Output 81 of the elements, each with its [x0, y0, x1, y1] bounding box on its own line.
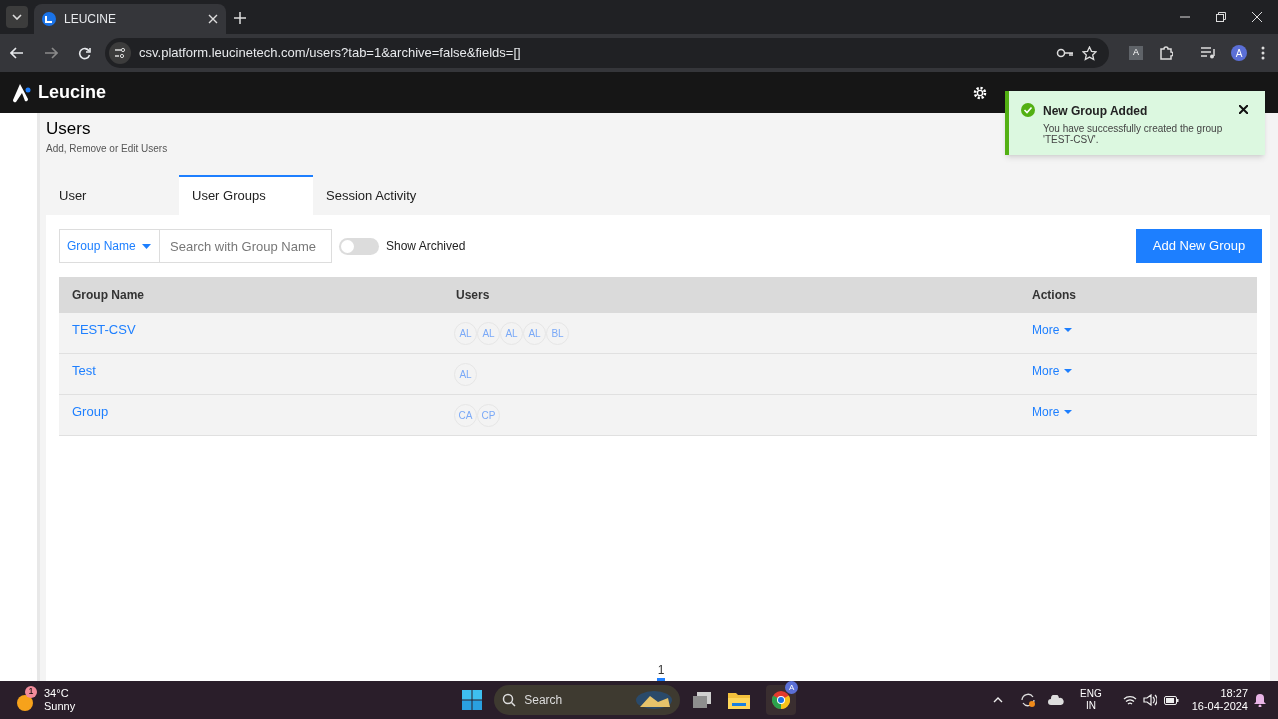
battery-icon[interactable] — [1163, 695, 1179, 705]
column-header: Group Name — [72, 287, 145, 304]
weather-widget[interactable]: 1 34°C Sunny — [16, 687, 76, 713]
user-avatar: AL — [477, 322, 500, 345]
user-avatar: CA — [454, 404, 477, 427]
language-indicator[interactable]: ENG IN — [1080, 688, 1102, 712]
page-subtitle: Add, Remove or Edit Users — [46, 142, 168, 156]
more-dropdown[interactable]: More — [1032, 362, 1073, 380]
search-field[interactable]: Search with Group Name — [160, 229, 332, 263]
toggle-label: Show Archived — [386, 238, 466, 255]
clock[interactable]: 18:27 16-04-2024 — [1191, 687, 1248, 713]
temperature-text: 34°C — [44, 687, 70, 700]
url-text: csv.platform.leucinetech.com/users?tab=1&archive=false&fields=[] — [139, 44, 522, 63]
landscape-icon — [636, 691, 673, 709]
tab[interactable]: User — [46, 175, 179, 215]
taskbar-search[interactable]: Search — [494, 685, 681, 715]
chevron-up-icon[interactable] — [993, 697, 1004, 703]
more-dropdown[interactable]: More — [1032, 403, 1073, 421]
windows-start-icon[interactable] — [462, 690, 483, 710]
filter-dropdown[interactable]: Group Name — [59, 229, 160, 263]
extension-button[interactable]: A — [1129, 46, 1143, 60]
search-label: Search — [524, 692, 564, 709]
key-icon[interactable] — [1056, 48, 1074, 58]
check-circle-icon — [1021, 103, 1035, 117]
sun-icon — [16, 694, 34, 712]
column-header: Actions — [1032, 287, 1077, 304]
media-icon[interactable] — [1201, 47, 1215, 59]
sync-icon[interactable] — [1020, 692, 1037, 708]
logo-icon — [12, 82, 32, 103]
tab[interactable]: User Groups — [179, 175, 313, 215]
profile-badge: A — [785, 681, 799, 694]
user-avatar: AL — [523, 322, 546, 345]
toast-title: New Group Added — [1043, 103, 1149, 120]
star-icon[interactable] — [1082, 45, 1097, 61]
notification-badge: 1 — [25, 686, 37, 698]
user-avatar: AL — [454, 322, 477, 345]
site-settings-icon[interactable] — [109, 42, 131, 64]
page-title: Users — [46, 118, 91, 140]
caret-down-icon — [1064, 369, 1073, 373]
chrome-icon — [772, 691, 791, 709]
caret-down-icon — [141, 243, 151, 249]
search-icon — [502, 693, 517, 707]
tab-list-button[interactable] — [6, 6, 28, 28]
tab-title: LEUCINE — [64, 11, 117, 28]
weather-condition: Sunny — [44, 700, 76, 713]
toast-message: You have successfully created the group 'TEST-CSV'. — [1043, 123, 1224, 145]
profile-avatar[interactable]: A — [1231, 45, 1247, 61]
close-icon[interactable] — [1239, 105, 1248, 114]
new-tab-icon[interactable] — [234, 12, 246, 24]
back-icon[interactable] — [10, 47, 24, 59]
cloud-icon[interactable] — [1048, 695, 1065, 705]
address-bar[interactable]: csv.platform.leucinetech.com/users?tab=1&archive=false&fields=[] — [105, 38, 1109, 68]
volume-icon[interactable] — [1142, 694, 1157, 706]
more-menu-icon[interactable] — [1261, 46, 1265, 60]
wifi-icon[interactable] — [1122, 694, 1137, 706]
chevron-down-icon — [12, 14, 22, 20]
reload-icon[interactable] — [78, 46, 91, 60]
caret-down-icon — [1064, 328, 1073, 332]
column-header: Users — [456, 287, 491, 304]
app-logo-text: Leucine — [38, 81, 107, 104]
bell-icon[interactable] — [1254, 693, 1266, 707]
group-link[interactable]: Test — [72, 361, 96, 381]
forward-icon[interactable] — [44, 47, 58, 59]
puzzle-icon[interactable] — [1159, 46, 1173, 60]
group-link[interactable]: Group — [72, 402, 109, 422]
folder-icon[interactable] — [728, 691, 751, 709]
tab[interactable]: Session Activity — [313, 175, 446, 215]
browser-tab[interactable]: LEUCINE — [34, 4, 226, 34]
group-link[interactable]: TEST-CSV — [72, 320, 136, 340]
user-avatar: AL — [500, 322, 523, 345]
restore-icon[interactable] — [1216, 12, 1226, 22]
favicon-icon — [42, 12, 56, 26]
task-view-icon[interactable] — [692, 691, 713, 709]
user-avatar: BL — [546, 322, 569, 345]
more-dropdown[interactable]: More — [1032, 321, 1073, 339]
settings-icon[interactable] — [972, 84, 988, 101]
add-new-group-button[interactable]: Add New Group — [1136, 229, 1262, 263]
user-avatar: AL — [454, 363, 477, 386]
caret-down-icon — [1064, 410, 1073, 414]
user-avatar: CP — [477, 404, 500, 427]
toggle-switch[interactable] — [339, 237, 379, 255]
